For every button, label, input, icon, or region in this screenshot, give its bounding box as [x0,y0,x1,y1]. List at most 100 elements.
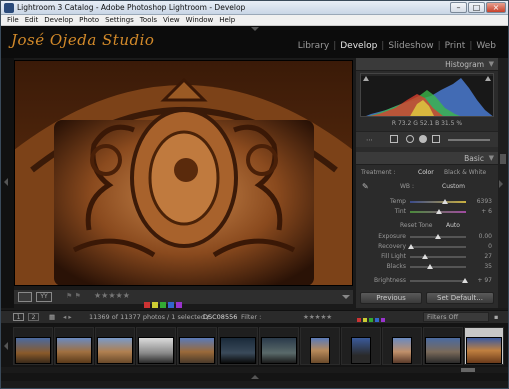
module-library[interactable]: Library [294,41,333,51]
previous-button[interactable]: Previous [360,292,422,304]
current-filename[interactable]: DSC08556 [203,311,237,323]
crop-tool-icon[interactable]: ⋯ [366,136,373,144]
menu-window[interactable]: Window [186,15,214,25]
fill-light-slider[interactable] [410,254,466,259]
module-print[interactable]: Print [441,41,470,51]
wb-select[interactable]: Custom [442,183,465,191]
treatment-bw[interactable]: Black & White [444,169,486,177]
thumbnail[interactable] [179,337,215,364]
filmstrip-cell[interactable] [423,327,463,365]
auto-tone-button[interactable]: Auto [446,222,460,230]
temp-slider[interactable] [410,199,466,204]
filter-stars[interactable]: ★★★★★ [303,311,332,323]
filter-lock-icon[interactable]: ▪ [494,311,498,323]
filmstrip-left-arrow-icon[interactable] [4,342,8,350]
expand-left-arrow-icon[interactable] [4,178,8,186]
filmstrip-cell[interactable] [177,327,217,365]
page-2-button[interactable]: 2 [28,313,39,321]
recovery-slider[interactable] [408,244,466,249]
filmstrip-scroll-thumb[interactable] [461,368,475,372]
blacks-knob[interactable] [427,264,433,269]
exposure-value[interactable]: 0.00 [472,233,492,241]
scroll-thumb[interactable] [500,154,506,164]
thumbnail[interactable] [392,337,412,364]
menu-edit[interactable]: Edit [25,15,39,25]
flag-icon[interactable]: ⚑ ⚑ [66,292,81,300]
filters-off-select[interactable]: Filters Off [423,312,489,322]
loupe-view-icon[interactable] [18,292,32,302]
collapse-top-arrow-icon[interactable] [251,27,259,31]
toolbar-menu-arrow-icon[interactable] [342,295,350,299]
treatment-color[interactable]: Color [418,169,434,177]
tint-knob[interactable] [436,209,442,214]
blacks-value[interactable]: 35 [472,263,492,271]
reset-tone-label[interactable]: Reset Tone [400,222,432,230]
collapse-bottom-arrow-icon[interactable] [251,375,259,379]
collapse-right-arrow-icon[interactable] [499,180,503,188]
thumbnail[interactable] [97,337,133,364]
temp-knob[interactable] [442,199,448,204]
recovery-value[interactable]: 0 [472,243,492,251]
page-1-button[interactable]: 1 [13,313,24,321]
main-photo[interactable] [14,60,353,286]
filmstrip-cell-selected[interactable] [464,327,504,365]
exposure-slider[interactable] [410,234,466,239]
shadow-clip-icon[interactable] [363,76,369,81]
menu-view[interactable]: View [163,15,180,25]
filmstrip-cell[interactable] [382,327,422,365]
brightness-slider[interactable] [410,278,468,283]
filmstrip-cell[interactable] [259,327,299,365]
filmstrip-cell[interactable] [218,327,258,365]
fill-light-knob[interactable] [422,254,428,259]
eyedropper-icon[interactable]: ✎ [362,183,369,191]
grid-icon[interactable]: ▦ [49,311,55,323]
brightness-knob[interactable] [462,278,468,283]
maximize-button[interactable]: □ [468,2,485,13]
menu-help[interactable]: Help [219,15,235,25]
selected-thumbnail[interactable] [466,337,502,364]
temp-value[interactable]: 6393 [472,198,492,206]
filmstrip-cell[interactable] [300,327,340,365]
histogram-panel-header[interactable]: Histogram ▼ [356,58,498,71]
filmstrip-cell[interactable] [95,327,135,365]
thumbnail[interactable] [425,337,461,364]
filmstrip-scrollbar[interactable] [1,367,508,373]
graduated-filter-icon[interactable] [432,135,440,143]
minimize-button[interactable]: – [450,2,467,13]
module-develop[interactable]: Develop [336,41,381,51]
thumbnail[interactable] [15,337,51,364]
module-web[interactable]: Web [472,41,500,51]
module-slideshow[interactable]: Slideshow [384,41,437,51]
basic-panel-header[interactable]: Basic ▼ [356,152,498,165]
filmstrip-cell[interactable] [54,327,94,365]
star-rating[interactable]: ★★★★★ [94,291,130,300]
set-default-button[interactable]: Set Default... [426,292,494,304]
nav-arrows-icon[interactable]: ◂ ▸ [63,311,72,323]
menu-settings[interactable]: Settings [105,15,134,25]
thumbnail[interactable] [220,337,256,364]
right-panel-scrollbar[interactable] [498,58,508,308]
tint-slider[interactable] [410,209,466,214]
thumbnail[interactable] [351,337,371,364]
exposure-knob[interactable] [435,234,441,239]
brightness-value[interactable]: + 97 [472,277,492,285]
filmstrip-cell[interactable] [341,327,381,365]
thumbnail[interactable] [261,337,297,364]
red-eye-icon[interactable] [419,135,427,143]
fill-light-value[interactable]: 27 [472,253,492,261]
menu-file[interactable]: File [7,15,19,25]
filmstrip-cell[interactable] [136,327,176,365]
tint-value[interactable]: + 6 [472,208,492,216]
thumbnail[interactable] [56,337,92,364]
menu-develop[interactable]: Develop [44,15,73,25]
highlight-clip-icon[interactable] [485,76,491,81]
thumbnail[interactable] [138,337,174,364]
blacks-slider[interactable] [410,264,466,269]
thumbnail[interactable] [310,337,330,364]
before-after-icon[interactable]: YY [36,292,52,302]
filmstrip-cell[interactable] [13,327,53,365]
crop-overlay-icon[interactable] [390,135,398,143]
menu-photo[interactable]: Photo [79,15,99,25]
brush-slider[interactable] [448,139,490,141]
recovery-knob[interactable] [408,244,414,249]
